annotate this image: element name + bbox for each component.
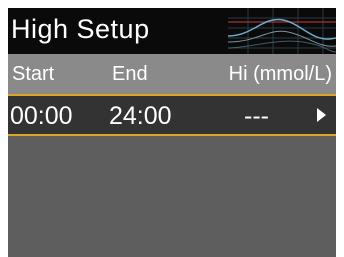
header-hi: Hi (mmol/L)	[228, 63, 332, 85]
header-end: End	[112, 63, 148, 85]
title-bar: High Setup	[8, 8, 336, 54]
glucose-graph-icon	[228, 8, 336, 54]
page-title: High Setup	[11, 14, 150, 44]
right-arrow-icon[interactable]	[317, 108, 326, 122]
device-screen: High Setup Start End Hi (mmol/L) 00:00 2…	[8, 8, 336, 257]
empty-list-area	[8, 136, 336, 257]
segment-hi-value: ---	[244, 102, 269, 130]
segment-start-time: 00:00	[10, 102, 73, 130]
time-segment-row[interactable]: 00:00 24:00 ---	[8, 94, 336, 136]
segment-end-time: 24:00	[109, 102, 172, 130]
header-start: Start	[12, 63, 55, 85]
column-header-row: Start End Hi (mmol/L)	[8, 54, 336, 94]
